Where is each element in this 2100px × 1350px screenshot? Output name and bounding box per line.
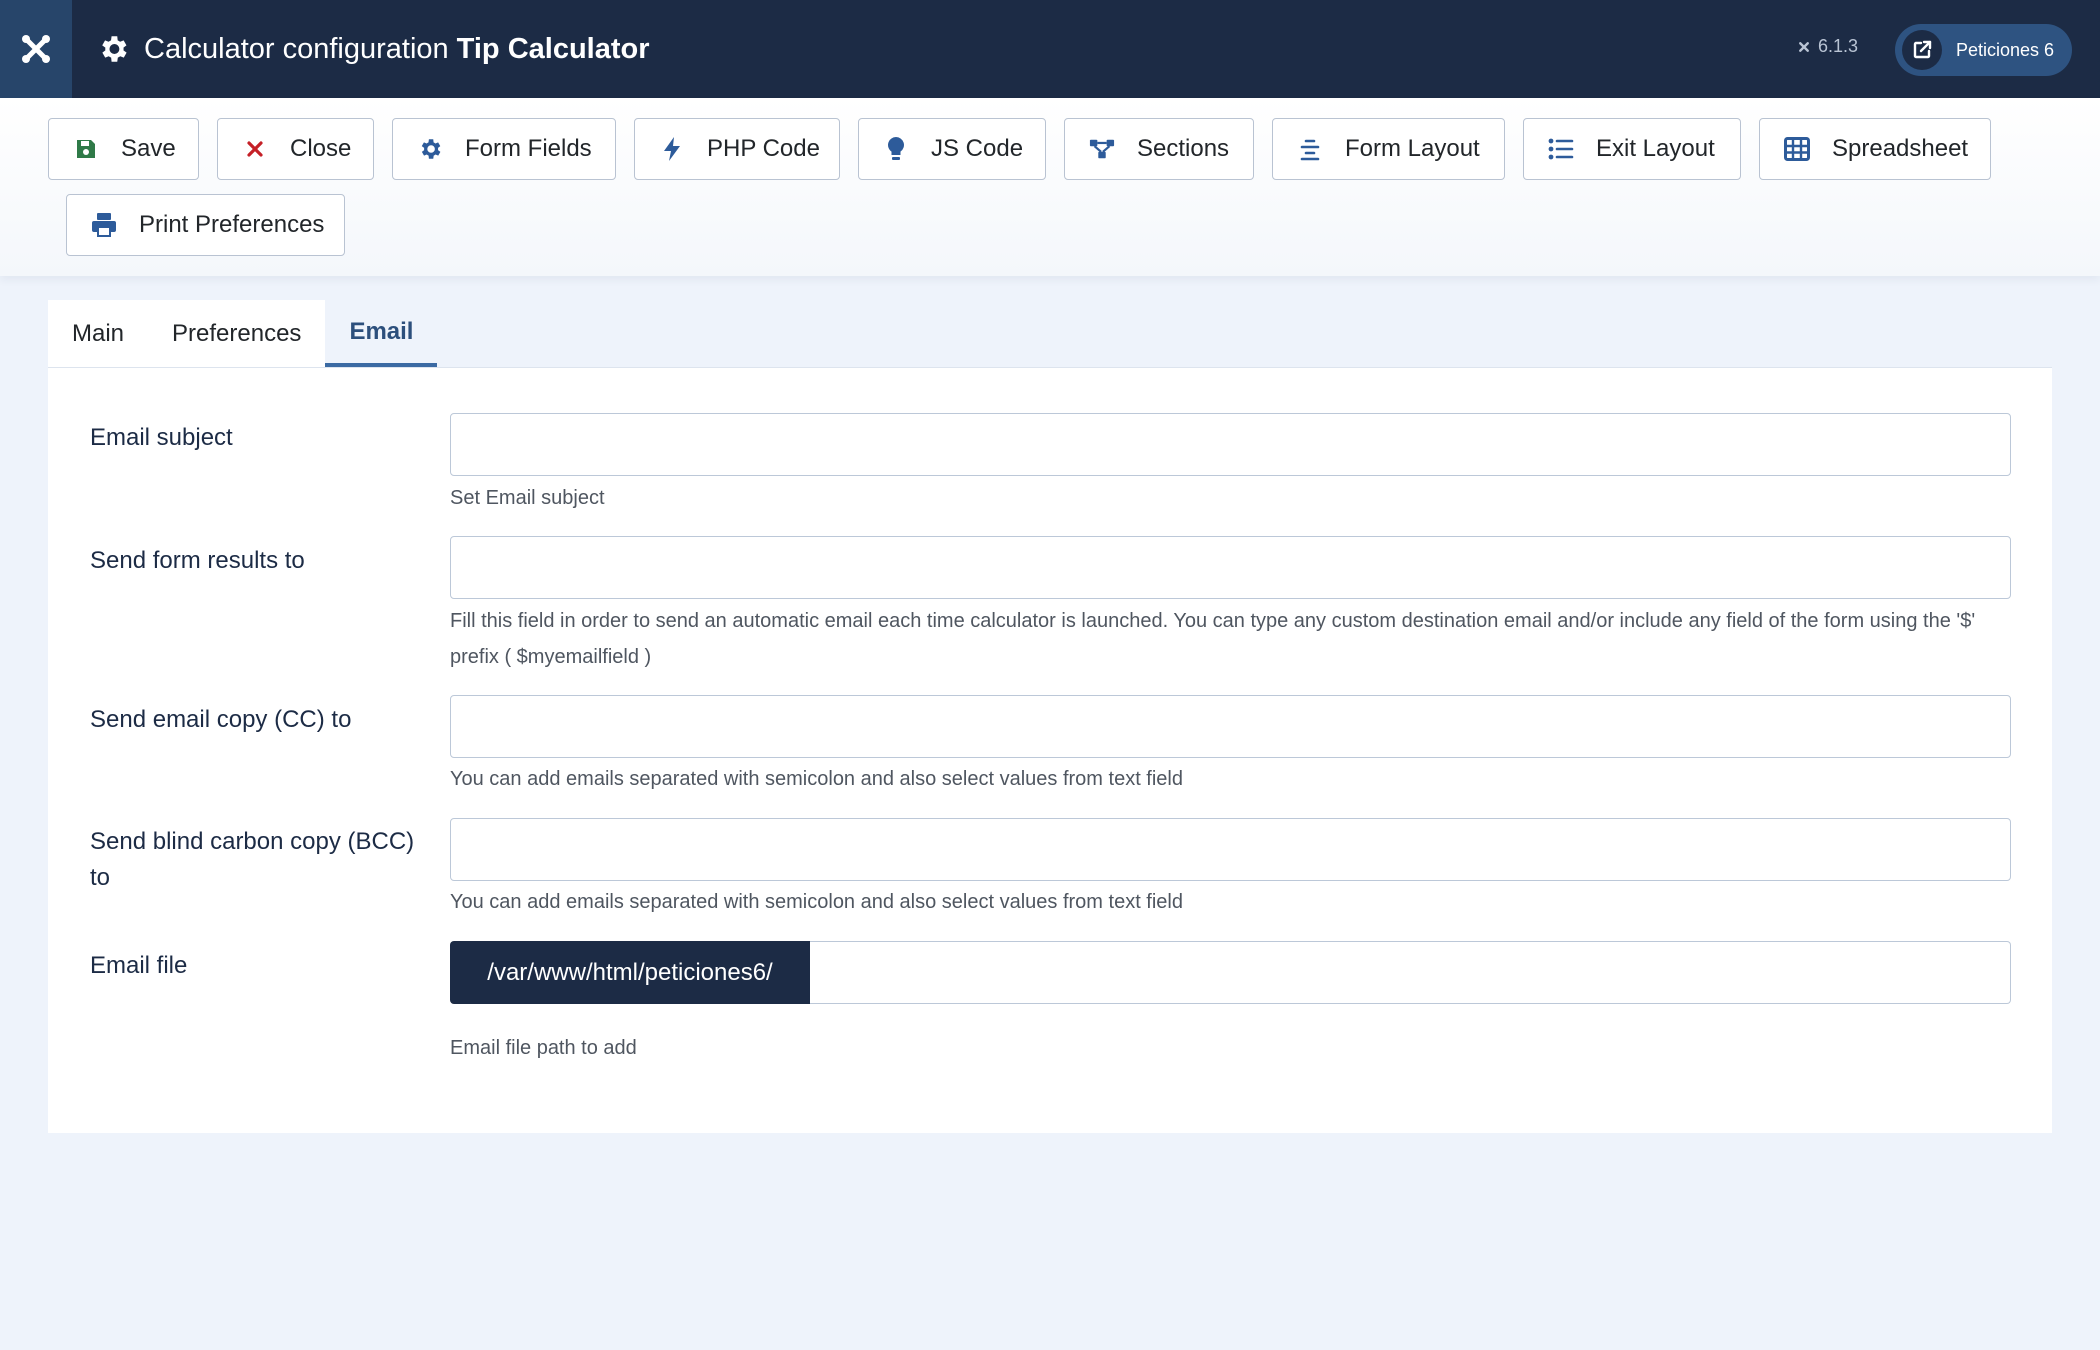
send-to-help: Fill this field in order to send an auto…: [450, 610, 1976, 668]
cc-input[interactable]: [450, 695, 2011, 758]
table-icon: [1784, 136, 1810, 162]
admin-header: Calculator configuration Tip Calculator …: [0, 0, 2100, 98]
print-preferences-label: Print Preferences: [139, 211, 325, 238]
view-site-button[interactable]: Peticiones 6: [1895, 24, 2072, 76]
email-file-input[interactable]: [810, 941, 2011, 1004]
js-code-label: JS Code: [931, 135, 1024, 162]
version-badge: 6.1.3: [1796, 36, 1858, 57]
list-icon: [1548, 136, 1574, 162]
print-icon: [91, 212, 117, 238]
send-to-label: Send form results to: [90, 547, 305, 574]
save-button[interactable]: Save: [48, 118, 199, 180]
php-code-label: PHP Code: [707, 135, 820, 162]
tab-preferences[interactable]: Preferences: [148, 300, 325, 367]
js-code-button[interactable]: JS Code: [858, 118, 1046, 180]
sections-button[interactable]: Sections: [1064, 118, 1254, 180]
toolbar: Save Close Form Fields PHP Code JS Code …: [0, 98, 2100, 276]
lightbulb-icon: [883, 136, 909, 162]
sitemap-icon: [1089, 136, 1115, 162]
cc-help: You can add emails separated with semico…: [450, 768, 1183, 790]
email-file-label: Email file: [90, 952, 188, 979]
send-to-input[interactable]: [450, 536, 2011, 599]
form-fields-label: Form Fields: [465, 135, 592, 162]
joomla-logo[interactable]: [0, 0, 72, 98]
email-subject-help: Set Email subject: [450, 487, 605, 509]
php-code-button[interactable]: PHP Code: [634, 118, 840, 180]
bcc-help: You can add emails separated with semico…: [450, 891, 1183, 913]
form-fields-button[interactable]: Form Fields: [392, 118, 616, 180]
spreadsheet-label: Spreadsheet: [1832, 135, 1969, 162]
close-button[interactable]: Close: [217, 118, 374, 180]
form-layout-button[interactable]: Form Layout: [1272, 118, 1505, 180]
external-link-icon: [1902, 30, 1942, 70]
sections-label: Sections: [1137, 135, 1230, 162]
bcc-label: Send blind carbon copy (BCC) to: [90, 828, 415, 891]
tab-email[interactable]: Email: [325, 300, 438, 367]
title-calculator-name: Tip Calculator: [456, 32, 650, 65]
email-file-path-prefix: /var/www/html/peticiones6/: [450, 941, 810, 1004]
gear-icon: [417, 136, 443, 162]
bolt-icon: [659, 136, 685, 162]
close-label: Close: [290, 135, 352, 162]
email-settings-panel: Email subject Set Email subject Send for…: [48, 367, 2052, 1133]
title-prefix: Calculator configuration: [144, 32, 449, 65]
page-title: Calculator configuration Tip Calculator: [96, 32, 650, 66]
tab-bar: Main Preferences Email: [48, 300, 438, 367]
bcc-input[interactable]: [450, 818, 2011, 881]
email-subject-label: Email subject: [90, 424, 233, 451]
close-icon: [242, 136, 268, 162]
version-text: 6.1.3: [1818, 36, 1859, 56]
joomla-small-icon: [1799, 41, 1809, 52]
site-name: Peticiones 6: [1956, 39, 2055, 60]
print-preferences-button[interactable]: Print Preferences: [66, 194, 345, 256]
email-subject-input[interactable]: [450, 413, 2011, 476]
save-icon: [73, 136, 99, 162]
align-center-icon: [1297, 136, 1323, 162]
gear-icon: [102, 36, 127, 62]
spreadsheet-button[interactable]: Spreadsheet: [1759, 118, 1991, 180]
cc-label: Send email copy (CC) to: [90, 706, 352, 733]
exit-layout-label: Exit Layout: [1596, 135, 1715, 162]
email-file-help: Email file path to add: [450, 1037, 637, 1059]
tab-main[interactable]: Main: [48, 300, 148, 367]
exit-layout-button[interactable]: Exit Layout: [1523, 118, 1741, 180]
form-layout-label: Form Layout: [1345, 135, 1480, 162]
save-label: Save: [121, 135, 176, 162]
email-file-input-group: /var/www/html/peticiones6/: [450, 941, 2011, 1004]
joomla-icon: [22, 35, 50, 63]
